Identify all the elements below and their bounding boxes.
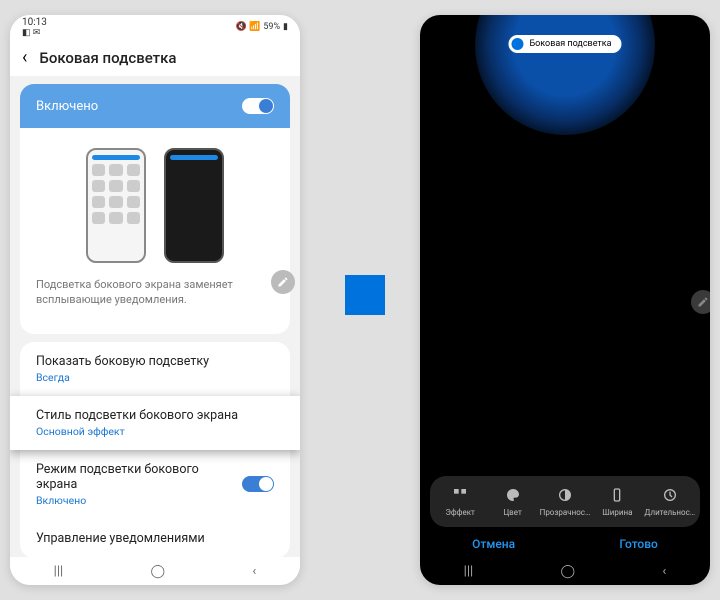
preview-dark: [164, 148, 224, 263]
color-control[interactable]: Цвет: [488, 486, 538, 517]
recents-icon[interactable]: |||: [54, 564, 64, 579]
page-title: Боковая подсветка: [39, 49, 176, 67]
time: 10:13: [22, 17, 47, 28]
edit-icon[interactable]: [691, 290, 710, 314]
preview-light: [86, 148, 146, 263]
edge-lighting-style[interactable]: Стиль подсветки бокового экрана Основной…: [10, 396, 300, 450]
style-controls: Эффект Цвет Прозрачнос… Ширина Длительно…: [430, 476, 700, 527]
notification-pill: Боковая подсветка: [508, 35, 621, 53]
home-icon[interactable]: ◯: [561, 564, 576, 579]
home-icon[interactable]: ◯: [151, 564, 166, 579]
style-editor-screen: Боковая подсветка Эффект Цвет Прозрачнос…: [420, 15, 710, 585]
enabled-label: Включено: [36, 99, 98, 114]
manage-notifications[interactable]: Управление уведомлениями: [20, 519, 290, 558]
done-button[interactable]: Готово: [619, 537, 658, 551]
show-edge-lighting[interactable]: Показать боковую подсветку Всегда: [20, 342, 290, 396]
battery: 59%: [263, 22, 280, 32]
duration-control[interactable]: Длительнос…: [645, 486, 695, 517]
settings-list: Показать боковую подсветку Всегда Стиль …: [20, 342, 290, 558]
description-text: Подсветка бокового экрана заменяет всплы…: [20, 263, 290, 324]
back-nav-icon[interactable]: ‹: [662, 564, 666, 579]
transparency-control[interactable]: Прозрачнос…: [540, 486, 590, 517]
nav-bar: ||| ◯ ‹: [10, 557, 300, 585]
nav-bar: ||| ◯ ‹: [420, 557, 710, 585]
cancel-button[interactable]: Отмена: [472, 537, 515, 551]
action-row: Отмена Готово: [420, 531, 710, 557]
edge-lighting-mode[interactable]: Режим подсветки бокового экрана Включено: [20, 450, 290, 519]
pill-dot-icon: [511, 38, 523, 50]
master-toggle[interactable]: [242, 98, 274, 114]
effect-control[interactable]: Эффект: [435, 486, 485, 517]
mode-toggle[interactable]: [242, 476, 274, 492]
edge-glow-preview: Боковая подсветка: [420, 15, 710, 145]
recents-icon[interactable]: |||: [464, 564, 474, 579]
status-bar: 10:13 ◧ ✉ 🔇 📶 59% ▮: [10, 15, 300, 39]
edit-icon[interactable]: [271, 270, 295, 294]
back-icon[interactable]: ‹: [22, 47, 27, 68]
connector-square: [345, 275, 385, 315]
width-control[interactable]: Ширина: [592, 486, 642, 517]
back-nav-icon[interactable]: ‹: [252, 564, 256, 579]
settings-screen: 10:13 ◧ ✉ 🔇 📶 59% ▮ ‹ Боковая подсветка …: [10, 15, 300, 585]
header: ‹ Боковая подсветка: [10, 39, 300, 76]
preview-card: Подсветка бокового экрана заменяет всплы…: [20, 128, 290, 334]
master-toggle-row[interactable]: Включено: [20, 84, 290, 128]
